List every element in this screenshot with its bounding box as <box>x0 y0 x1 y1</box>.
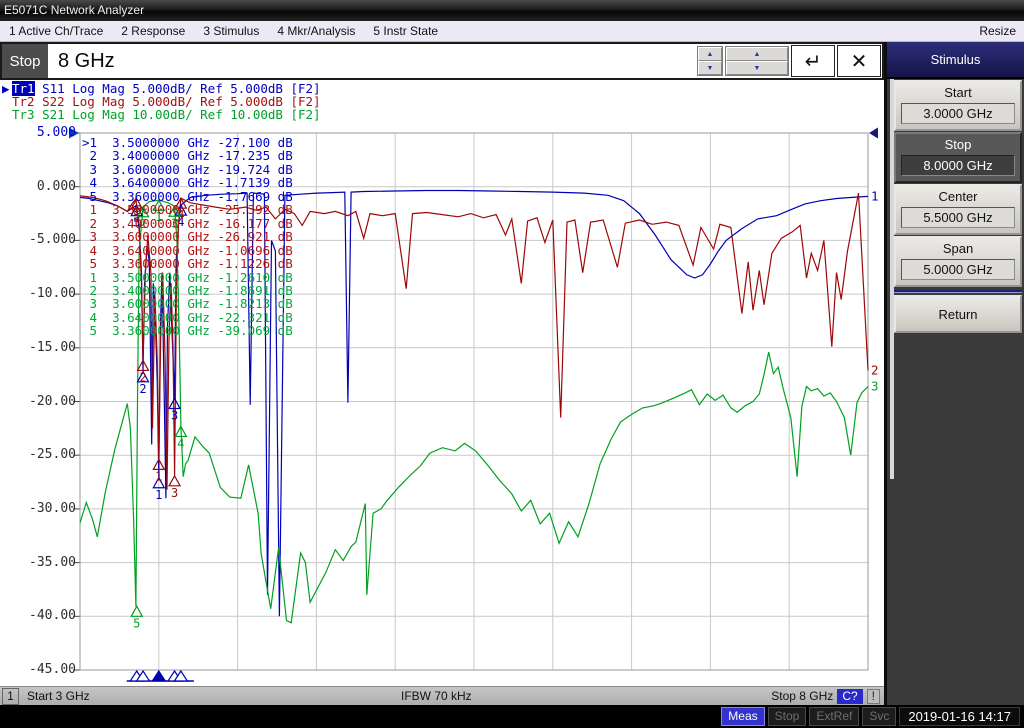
marker-row-tr2: 4 3.6400000 GHz -1.0696 dB <box>82 244 293 257</box>
marker-triangle-icon <box>138 360 149 370</box>
y-axis-label: -5.000 <box>0 233 76 247</box>
menu-bar: 1 Active Ch/Trace 2 Response 3 Stimulus … <box>0 21 1024 42</box>
trace-name: Tr3 <box>12 107 35 122</box>
softkey-center[interactable]: Center5.5000 GHz <box>894 184 1022 235</box>
entry-value-input[interactable]: 8 GHz <box>48 44 696 78</box>
marker-number: 4 <box>177 436 184 450</box>
trace-legend: ▶Tr1 S11 Log Mag 5.000dB/ Ref 5.000dB [F… <box>2 82 321 122</box>
softkey-start[interactable]: Start3.0000 GHz <box>894 80 1022 131</box>
trace-end-label: 2 <box>871 362 879 377</box>
y-axis-label: -35.00 <box>0 556 76 570</box>
menu-stimulus[interactable]: 3 Stimulus <box>194 21 268 41</box>
trace-end-label: 3 <box>871 378 879 393</box>
softkey-scroll-strip[interactable] <box>890 79 894 479</box>
legend-tr3[interactable]: Tr3 S21 Log Mag 10.00dB/ Ref 10.00dB [F2… <box>2 108 321 121</box>
coarse-stepper: ▲ ▼ <box>725 46 789 76</box>
instrument-status-bar: Meas Stop ExtRef Svc 2019-01-16 14:17 <box>0 705 1024 728</box>
menu-response[interactable]: 2 Response <box>112 21 194 41</box>
step-up-icon[interactable]: ▲ <box>726 47 788 61</box>
instrument-window: E5071C Network Analyzer 1 Active Ch/Trac… <box>0 0 1024 728</box>
y-axis-label: -30.00 <box>0 502 76 516</box>
marker-row-tr3: 2 3.4000000 GHz -1.8691 dB <box>82 284 293 297</box>
trace-params: S21 Log Mag 10.00dB/ Ref 10.00dB [F2] <box>35 107 321 122</box>
sweep-stop-status: Stop <box>768 707 807 726</box>
marker-triangle-icon <box>175 426 186 436</box>
svc-status: Svc <box>862 707 896 726</box>
channel-status-bar: 1 Start 3 GHz IFBW 70 kHz Stop 8 GHz C? … <box>0 686 884 705</box>
step-down-icon[interactable]: ▼ <box>698 61 722 75</box>
softkey-buttons: Start3.0000 GHzStop8.0000 GHzCenter5.500… <box>887 80 1024 287</box>
ref-level-arrow-right-icon <box>869 128 878 139</box>
menu-active-ch-trace[interactable]: 1 Active Ch/Trace <box>0 21 112 41</box>
entry-bar: Stop 8 GHz ▲ ▼ ▲ ▼ ↵ ✕ <box>0 42 884 80</box>
y-axis-label: -10.00 <box>0 287 76 301</box>
marker-row-tr1: 5 3.3600000 GHz -1.7669 dB <box>82 190 293 203</box>
softkey-sidebar: Stimulus Start3.0000 GHzStop8.0000 GHzCe… <box>884 42 1024 706</box>
softkey-menu-title: Stimulus <box>887 42 1024 79</box>
marker-number: 3 <box>171 409 178 423</box>
marker-number: 5 <box>133 616 140 630</box>
active-trace-arrow-icon: ▶ <box>2 82 12 95</box>
marker-number: 2 <box>139 370 146 384</box>
y-axis-label: -45.00 <box>0 663 76 677</box>
marker-row-tr2: 2 3.4000000 GHz -16.177 dB <box>82 217 293 230</box>
date-time: 2019-01-16 14:17 <box>899 707 1020 726</box>
window-title: E5071C Network Analyzer <box>4 3 144 17</box>
marker-row-tr2: 3 3.6000000 GHz -26.921 dB <box>82 230 293 243</box>
marker-triangle-icon <box>131 606 142 616</box>
marker-row-tr2: 5 3.3600000 GHz -1.1226 dB <box>82 257 293 270</box>
marker-row-tr1: >1 3.5000000 GHz -27.100 dB <box>82 136 293 149</box>
trace-end-label: 1 <box>871 188 879 203</box>
y-axis-label: 5.000 <box>0 126 76 140</box>
menu-mkr-analysis[interactable]: 4 Mkr/Analysis <box>268 21 364 41</box>
menu-instr-state[interactable]: 5 Instr State <box>364 21 447 41</box>
channel-start-readout: Start 3 GHz <box>27 689 90 703</box>
meas-status: Meas <box>721 707 764 726</box>
y-axis-label: 0.000 <box>0 180 76 194</box>
y-axis-label: -25.00 <box>0 448 76 462</box>
marker-number: 1 <box>155 469 162 483</box>
channel-ifbw-readout: IFBW 70 kHz <box>401 689 472 703</box>
close-icon: ✕ <box>851 49 868 74</box>
channel-number: 1 <box>2 688 19 705</box>
y-axis-label: -15.00 <box>0 341 76 355</box>
measurement-screen: 123451234512345123 ▶Tr1 S11 Log Mag 5.00… <box>0 80 884 686</box>
softkey-span[interactable]: Span5.0000 GHz <box>894 236 1022 287</box>
softkey-stop[interactable]: Stop8.0000 GHz <box>894 132 1022 183</box>
marker-row-tr3: 5 3.3600000 GHz -39.069 dB <box>82 324 293 337</box>
channel-stop-readout: Stop 8 GHz <box>771 689 833 703</box>
enter-icon: ↵ <box>805 49 822 74</box>
marker-number: 3 <box>171 486 178 500</box>
marker-row-tr3: 1 3.5000000 GHz -1.2610 dB <box>82 271 293 284</box>
marker-triangle-icon <box>153 459 164 469</box>
title-bar[interactable]: E5071C Network Analyzer <box>0 0 1024 21</box>
enter-button[interactable]: ↵ <box>791 45 835 77</box>
marker-row-tr2: 1 3.5000000 GHz -25.392 dB <box>82 203 293 216</box>
softkey-divider <box>894 290 1022 293</box>
warning-badge: ! <box>867 689 880 704</box>
extref-status: ExtRef <box>809 707 859 726</box>
entry-field-label: Stop <box>2 44 48 78</box>
marker-triangle-icon <box>169 399 180 409</box>
active-stimulus-marker-icon <box>152 671 165 681</box>
marker-row-tr1: 4 3.6400000 GHz -1.7139 dB <box>82 176 293 189</box>
marker-triangle-icon <box>169 476 180 486</box>
marker-number: 1 <box>155 488 162 502</box>
y-axis-label: -20.00 <box>0 395 76 409</box>
return-button[interactable]: Return <box>894 295 1022 333</box>
menu-resize[interactable]: Resize <box>971 21 1024 41</box>
marker-readout-table: >1 3.5000000 GHz -27.100 dB 2 3.4000000 … <box>82 136 293 338</box>
close-entry-button[interactable]: ✕ <box>837 45 881 77</box>
fine-stepper: ▲ ▼ <box>697 46 723 76</box>
marker-row-tr1: 3 3.6000000 GHz -19.724 dB <box>82 163 293 176</box>
marker-row-tr3: 4 3.6400000 GHz -22.321 dB <box>82 311 293 324</box>
marker-row-tr1: 2 3.4000000 GHz -17.235 dB <box>82 149 293 162</box>
correction-status-badge: C? <box>837 689 862 704</box>
step-up-icon[interactable]: ▲ <box>698 47 722 61</box>
marker-row-tr3: 3 3.6000000 GHz -1.8213 dB <box>82 297 293 310</box>
y-axis-label: -40.00 <box>0 609 76 623</box>
step-down-icon[interactable]: ▼ <box>726 61 788 75</box>
